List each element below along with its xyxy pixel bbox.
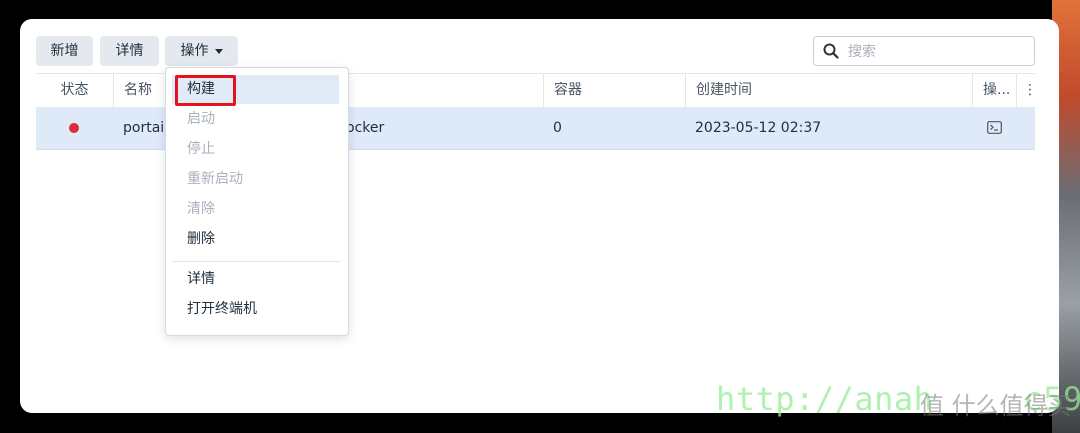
search-input[interactable] xyxy=(846,40,1030,64)
column-actions[interactable]: 操... xyxy=(973,74,1017,107)
column-status[interactable]: 状态 xyxy=(36,74,114,107)
container-count: 0 xyxy=(553,120,562,136)
search-box[interactable] xyxy=(813,36,1035,66)
menu-item-clean: 清除 xyxy=(187,201,215,217)
column-containers[interactable]: 容器 xyxy=(544,74,686,107)
terminal-icon[interactable] xyxy=(987,121,1002,134)
actions-label: 操作 xyxy=(180,43,209,59)
watermark-site: 值 什么值得买 xyxy=(920,392,1072,420)
project-name: portai xyxy=(123,120,165,136)
menu-item-open-terminal[interactable]: 打开终端机 xyxy=(172,295,339,324)
menu-item-start: 启动 xyxy=(187,111,215,127)
column-menu-icon[interactable]: ⋮ xyxy=(1017,74,1037,107)
add-button[interactable]: 新增 xyxy=(36,36,93,66)
project-path: ocker xyxy=(346,120,385,136)
created-time: 2023-05-12 02:37 xyxy=(695,120,822,136)
project-window: 新增 详情 操作 状态 名称 容器 创建时间 操... ⋮ portai ock… xyxy=(20,19,1059,413)
menu-item-stop: 停止 xyxy=(187,141,215,157)
watermark-url-head: http://anah xyxy=(716,380,934,418)
menu-item-restart: 重新启动 xyxy=(187,171,243,187)
menu-item-delete[interactable]: 删除 xyxy=(172,225,339,254)
search-icon xyxy=(823,43,839,59)
actions-menu: 构建 启动 停止 重新启动 清除 删除 详情 打开终端机 xyxy=(165,67,349,336)
menu-item-details[interactable]: 详情 xyxy=(172,265,339,294)
column-created-time[interactable]: 创建时间 xyxy=(686,74,973,107)
details-button[interactable]: 详情 xyxy=(100,36,159,66)
actions-dropdown-button[interactable]: 操作 xyxy=(165,36,238,66)
menu-divider xyxy=(172,261,341,262)
menu-item-build[interactable]: 构建 xyxy=(172,75,339,104)
status-stopped-icon xyxy=(69,123,79,133)
chevron-down-icon xyxy=(214,48,223,54)
